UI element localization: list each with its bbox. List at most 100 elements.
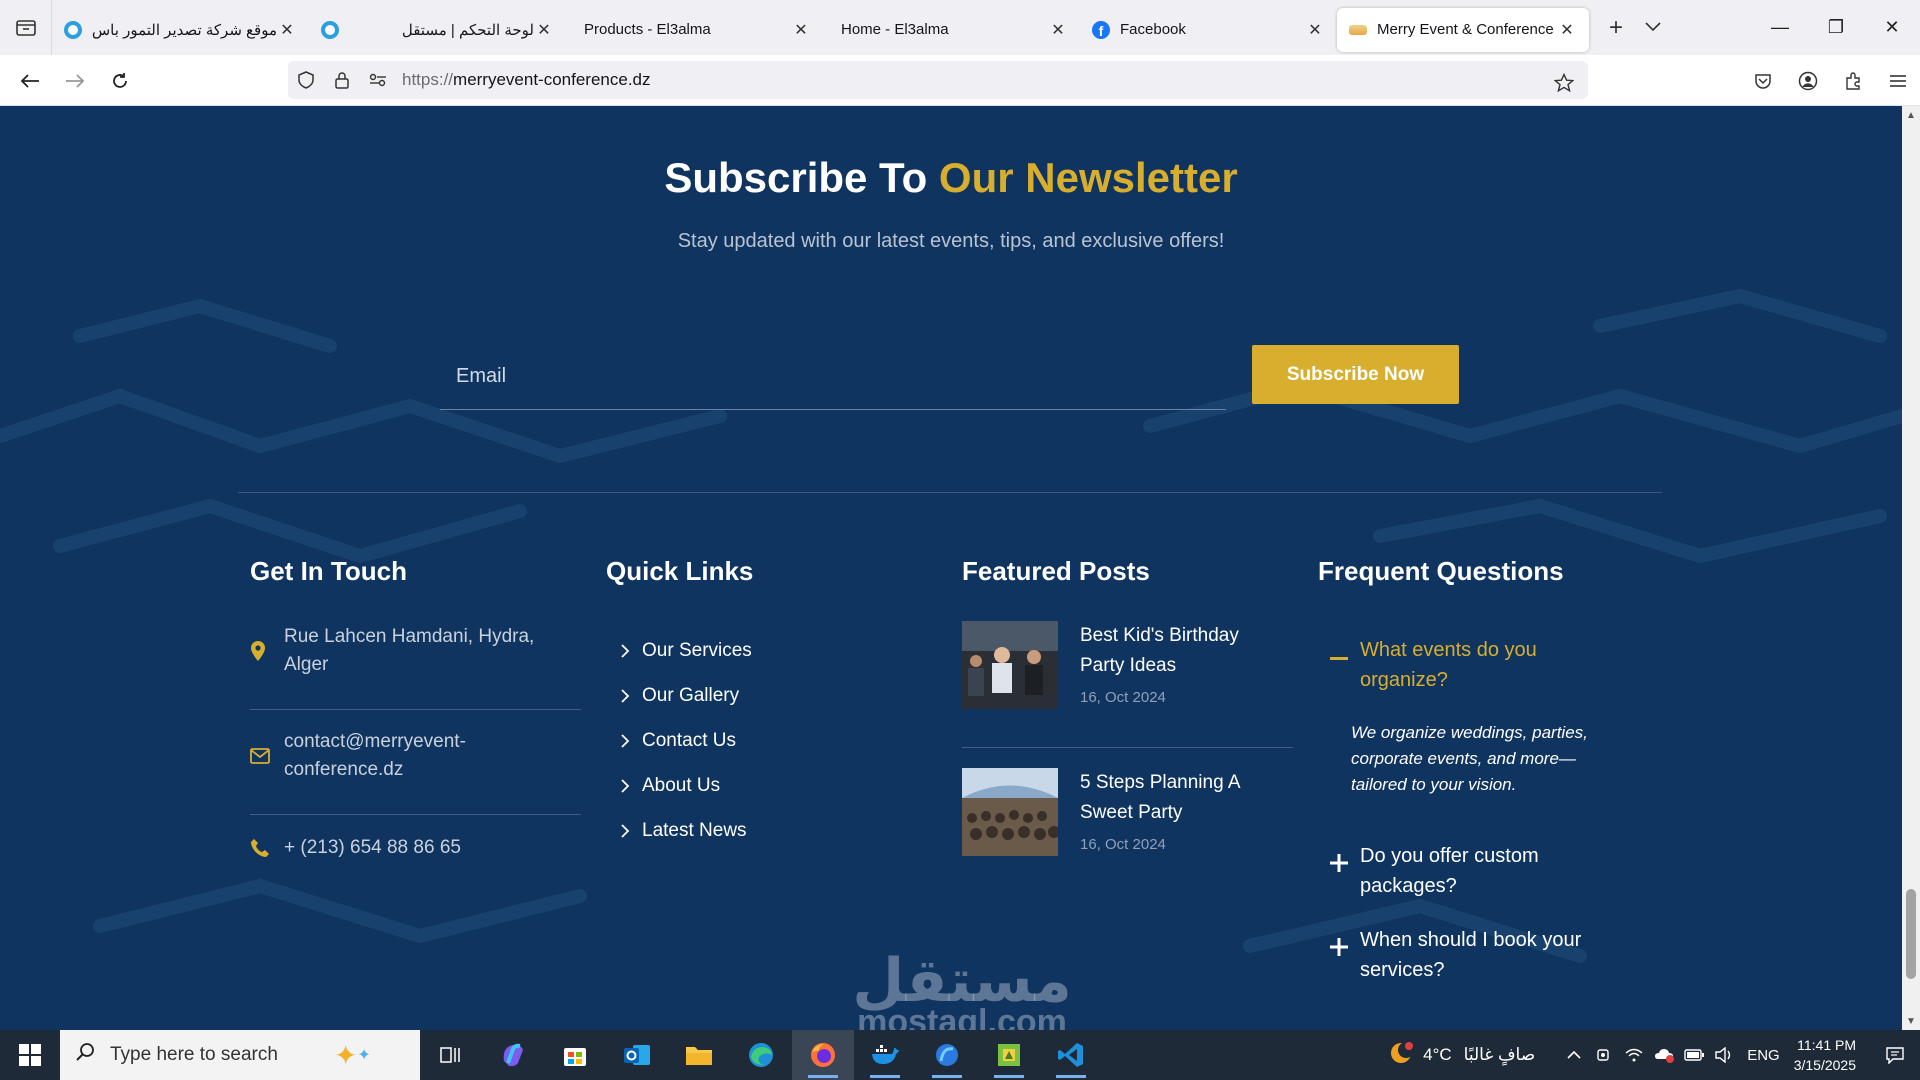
close-icon[interactable]: ✕ — [277, 20, 297, 40]
post-title[interactable]: Best Kid's Birthday Party Ideas — [1080, 621, 1239, 681]
quick-link-our-services[interactable]: Our Services — [620, 640, 752, 662]
taskbar-search-box[interactable]: Type here to search ✦ ✦ — [60, 1030, 420, 1080]
phone-text[interactable]: + (213) 654 88 86 65 — [284, 834, 461, 862]
web-page: Subscribe To Our Newsletter Stay updated… — [0, 106, 1902, 1030]
email-input[interactable] — [440, 344, 1226, 410]
faq-question-custom-packages[interactable]: Do you offer custom packages? — [1330, 841, 1620, 901]
plus-icon — [1330, 854, 1360, 877]
tab-products-el3alma[interactable]: Products - El3alma ✕ — [566, 8, 823, 52]
url-text: https://merryevent-conference.dz — [402, 70, 651, 90]
chevron-right-icon — [620, 823, 642, 839]
minus-icon — [1330, 648, 1360, 666]
clock-date: 3/15/2025 — [1793, 1057, 1856, 1073]
url-scheme: https:// — [402, 70, 454, 89]
tab-mostaql-dashboard[interactable]: لوحة التحكم | مستقل ✕ — [309, 8, 566, 52]
outlook-icon[interactable] — [606, 1030, 668, 1080]
microsoft-store-icon[interactable] — [544, 1030, 606, 1080]
close-icon[interactable]: ✕ — [1048, 20, 1068, 40]
scrollbar-thumb[interactable] — [1906, 889, 1916, 979]
post-thumbnail-party[interactable] — [962, 768, 1058, 856]
close-window-icon[interactable]: ✕ — [1864, 0, 1920, 55]
quick-link-contact-us[interactable]: Contact Us — [620, 730, 736, 752]
input-language[interactable]: ENG — [1747, 1047, 1780, 1064]
page-scrollbar[interactable]: ▲ ▼ — [1902, 106, 1920, 1030]
new-tab-icon[interactable]: + — [1609, 14, 1623, 42]
docker-icon[interactable] — [854, 1030, 916, 1080]
windows-taskbar: Type here to search ✦ ✦ 4°C صافٍ غالبًا — [0, 1030, 1920, 1080]
quick-link-label: Latest News — [642, 820, 747, 841]
battery-icon[interactable] — [1679, 1049, 1709, 1061]
menu-icon[interactable] — [1875, 65, 1920, 97]
post-title[interactable]: 5 Steps Planning A Sweet Party — [1080, 768, 1241, 828]
minimize-window-icon[interactable]: — — [1752, 0, 1808, 55]
address-line-1: Rue Lahcen Hamdani, Hydra, — [284, 626, 535, 647]
wifi-icon[interactable] — [1619, 1048, 1649, 1062]
tab-list-icon[interactable] — [0, 0, 52, 55]
restore-window-icon[interactable]: ❐ — [1808, 0, 1864, 55]
weather-widget[interactable]: 4°C صافٍ غالبًا — [1389, 1041, 1535, 1070]
chevron-down-icon[interactable] — [1645, 19, 1661, 37]
post-title-line-2: Sweet Party — [1080, 802, 1183, 823]
address-bar[interactable]: https://merryevent-conference.dz — [288, 61, 1588, 99]
tab-title: لوحة التحكم | مستقل — [401, 21, 534, 39]
scroll-down-icon[interactable]: ▼ — [1902, 1012, 1920, 1030]
close-icon[interactable]: ✕ — [534, 20, 554, 40]
taskbar-clock[interactable]: 11:41 PM 3/15/2025 — [1794, 1035, 1856, 1075]
newsletter-title-accent: Our Newsletter — [938, 154, 1238, 201]
close-icon[interactable]: ✕ — [1557, 20, 1577, 40]
contact-phone[interactable]: + (213) 654 88 86 65 — [250, 834, 581, 862]
tab-dates-export[interactable]: موقع شركة تصدير التمور باس ✕ — [52, 8, 309, 52]
volume-icon[interactable] — [1709, 1047, 1739, 1063]
copilot-sparkle-icon: ✦ — [357, 1047, 371, 1064]
onedrive-error-icon[interactable] — [1649, 1047, 1679, 1063]
chevron-up-icon[interactable] — [1559, 1050, 1589, 1060]
email-text[interactable]: contact@merryevent- conference.dz — [284, 728, 466, 784]
featured-post[interactable]: Best Kid's Birthday Party Ideas 16, Oct … — [962, 621, 1293, 709]
faq-question-text: Do you offer custom packages? — [1360, 841, 1539, 901]
chevron-right-icon — [620, 733, 642, 749]
bookmark-star-icon[interactable] — [1546, 64, 1582, 102]
firefox-icon[interactable] — [792, 1030, 854, 1080]
pocket-icon[interactable] — [1740, 65, 1785, 97]
featured-post[interactable]: 5 Steps Planning A Sweet Party 16, Oct 2… — [962, 768, 1293, 856]
reload-icon[interactable] — [104, 65, 136, 97]
faq-answer-line-3: tailored to your vision. — [1351, 775, 1517, 794]
quick-link-our-gallery[interactable]: Our Gallery — [620, 685, 739, 707]
windows-start-icon[interactable] — [0, 1030, 60, 1080]
faq-answer-line-1: We organize weddings, parties, — [1351, 723, 1588, 742]
notifications-icon[interactable] — [1870, 1046, 1920, 1064]
tab-home-el3alma[interactable]: Home - El3alma ✕ — [823, 8, 1080, 52]
shield-icon[interactable] — [288, 61, 324, 99]
archive-app-icon[interactable] — [978, 1030, 1040, 1080]
subscribe-now-button[interactable]: Subscribe Now — [1252, 345, 1459, 404]
account-icon[interactable] — [1785, 65, 1830, 97]
tab-facebook[interactable]: f Facebook ✕ — [1080, 8, 1337, 52]
forward-arrow-icon[interactable] — [59, 65, 91, 97]
system-tray: 4°C صافٍ غالبًا ENG 11:41 PM 3/15/2025 — [1389, 1030, 1920, 1080]
task-view-icon[interactable] — [420, 1030, 482, 1080]
meet-now-icon[interactable] — [1589, 1047, 1619, 1063]
edge-browser-icon[interactable] — [730, 1030, 792, 1080]
post-thumbnail-birthday[interactable] — [962, 621, 1058, 709]
address-text: Rue Lahcen Hamdani, Hydra, Alger — [284, 623, 534, 679]
lock-icon[interactable] — [324, 61, 360, 99]
quick-link-latest-news[interactable]: Latest News — [620, 820, 747, 842]
scroll-up-icon[interactable]: ▲ — [1902, 106, 1920, 124]
faq-question-line-2: packages? — [1360, 875, 1457, 897]
copilot-app-icon[interactable] — [482, 1030, 544, 1080]
tab-merry-event[interactable]: Merry Event & Conference ✕ — [1337, 7, 1589, 52]
close-icon[interactable]: ✕ — [1305, 20, 1325, 40]
file-explorer-icon[interactable] — [668, 1030, 730, 1080]
quick-link-label: Contact Us — [642, 730, 736, 751]
extensions-icon[interactable] — [1830, 65, 1875, 97]
vscode-icon[interactable] — [1040, 1030, 1102, 1080]
faq-question-events[interactable]: What events do you organize? — [1330, 635, 1620, 695]
faq-question-booking[interactable]: When should I book your services? — [1330, 925, 1620, 985]
back-arrow-icon[interactable] — [14, 65, 46, 97]
quick-link-about-us[interactable]: About Us — [620, 775, 720, 797]
contact-email[interactable]: contact@merryevent- conference.dz — [250, 728, 581, 784]
app-window-icon[interactable] — [916, 1030, 978, 1080]
quick-link-label: Our Services — [642, 640, 752, 661]
permissions-icon[interactable] — [360, 61, 396, 99]
close-icon[interactable]: ✕ — [791, 20, 811, 40]
